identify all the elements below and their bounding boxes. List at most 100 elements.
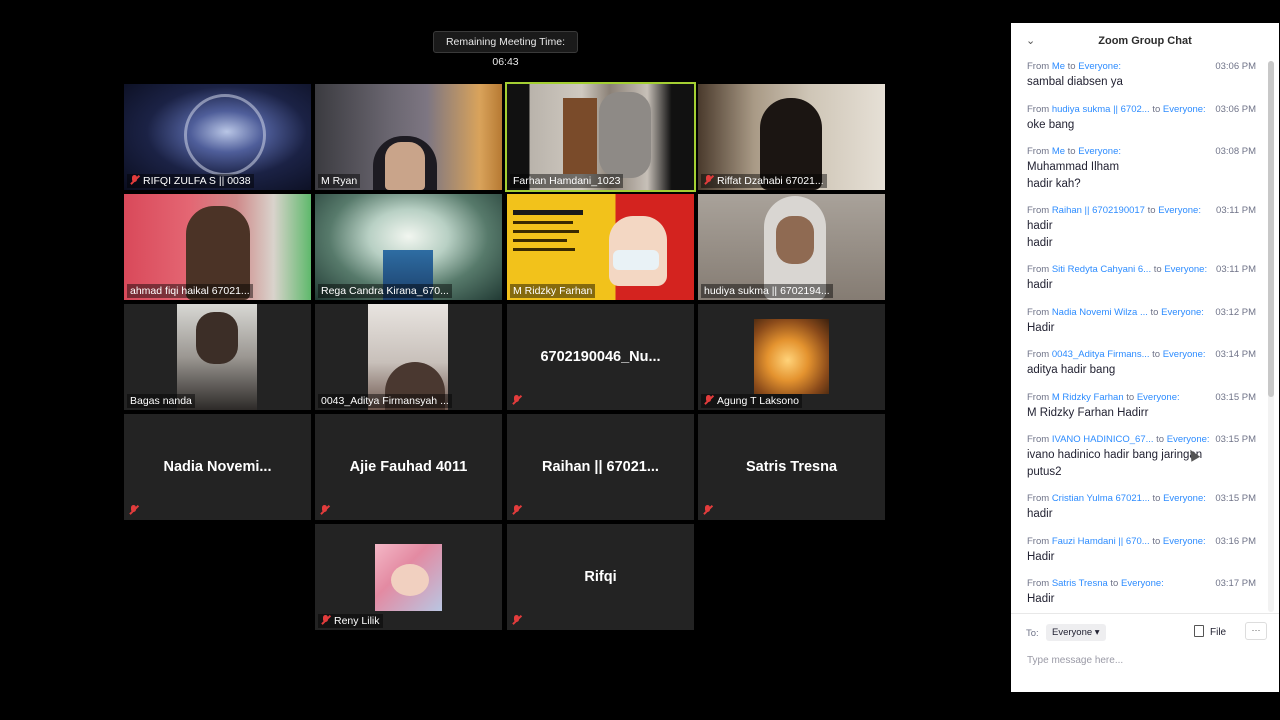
chat-message: From Satris Tresna to Everyone: 03:17 PM H… xyxy=(1011,578,1267,608)
muted-mic-icon xyxy=(320,505,329,515)
from-label: From xyxy=(1027,264,1050,275)
sender-name[interactable]: Satris Tresna xyxy=(1052,578,1108,589)
person-face xyxy=(776,216,814,264)
chat-message-text: Hadir xyxy=(1027,321,1055,334)
participant-tile[interactable]: hudiya sukma || 6702194... xyxy=(698,194,885,300)
chat-message-text: Hadir xyxy=(1027,550,1055,563)
sender-name[interactable]: Nadia Novemi Wilza ... xyxy=(1052,307,1148,318)
sender-name[interactable]: hudiya sukma || 6702... xyxy=(1052,104,1150,115)
chat-message-meta: From Nadia Novemi Wilza ... to Everyone:… xyxy=(1027,307,1256,320)
recipient-name: Everyone: xyxy=(1078,61,1122,72)
to-label: to xyxy=(1067,61,1076,72)
muted-mic-icon xyxy=(703,505,712,515)
sender-name[interactable]: Fauzi Hamdani || 670... xyxy=(1052,536,1150,547)
participant-tile[interactable]: Reny Lilik xyxy=(315,524,502,630)
participant-name-label: Farhan Hamdani_1023 xyxy=(510,174,624,188)
muted-mic-icon xyxy=(321,615,330,625)
from-label: From xyxy=(1027,146,1050,157)
message-time: 03:06 PM xyxy=(1215,61,1256,72)
sender-name[interactable]: Siti Redyta Cahyani 6... xyxy=(1052,264,1151,275)
chat-message-meta: From Me to Everyone: 03:08 PM xyxy=(1027,146,1256,159)
participant-tile[interactable]: Ajie Fauhad 4011 xyxy=(315,414,502,520)
participant-name-display: Raihan || 67021... xyxy=(542,459,659,475)
participant-tile[interactable]: Nadia Novemi... xyxy=(124,414,311,520)
chat-footer: To: Everyone ▾ File ··· xyxy=(1011,613,1279,693)
muted-mic-icon xyxy=(512,395,521,405)
to-label: to xyxy=(1147,205,1156,216)
door-graphic xyxy=(563,98,597,174)
to-label: to xyxy=(1150,306,1159,318)
file-button[interactable]: File xyxy=(1194,625,1226,638)
recipient-name: Everyone: xyxy=(1164,264,1208,275)
chat-message-meta: From Me to Everyone: 03:06 PM xyxy=(1027,61,1256,74)
muted-mic-icon xyxy=(129,505,138,515)
chat-message-text: Muhammad Ilham xyxy=(1027,161,1120,173)
recipient-name: Everyone: xyxy=(1158,205,1201,216)
message-input[interactable] xyxy=(1025,650,1249,670)
more-icon[interactable]: ··· xyxy=(1245,622,1267,640)
recipient-select[interactable]: Everyone ▾ xyxy=(1046,624,1106,641)
person-silhouette xyxy=(599,92,651,178)
participant-tile[interactable]: 6702190046_Nu... xyxy=(507,304,694,410)
participant-tile[interactable]: Riffat Dzahabi 67021... xyxy=(698,84,885,190)
person-silhouette xyxy=(196,312,238,364)
message-time: 03:17 PM xyxy=(1215,578,1256,589)
from-label: From xyxy=(1027,205,1050,216)
participant-tile[interactable]: Raihan || 67021... xyxy=(507,414,694,520)
participant-tile[interactable]: Rifqi xyxy=(507,524,694,630)
chat-scrollbar[interactable] xyxy=(1268,61,1274,612)
chat-message: From M Ridzky Farhan to Everyone: 03:15 P… xyxy=(1011,392,1267,422)
sender-name[interactable]: Raihan || 6702190017 xyxy=(1052,205,1145,216)
chat-message-text: aditya hadir bang xyxy=(1027,364,1116,376)
participant-tile[interactable]: Satris Tresna xyxy=(698,414,885,520)
participant-name-label: Bagas nanda xyxy=(127,394,195,408)
sender-name[interactable]: Me xyxy=(1052,61,1065,72)
participant-tile[interactable]: M Ryan xyxy=(315,84,502,190)
muted-mic-icon xyxy=(130,175,139,185)
chat-scroll-thumb[interactable] xyxy=(1268,61,1274,397)
participant-tile[interactable]: RIFQI ZULFA S || 0038 xyxy=(124,84,311,190)
participant-tile[interactable]: ahmad fiqi haikal 67021... xyxy=(124,194,311,300)
chat-panel: ⌄ Zoom Group Chat From Me to Everyone: 03… xyxy=(1011,23,1279,692)
participant-name-label: 0043_Aditya Firmansyah ... xyxy=(318,394,452,408)
sender-name[interactable]: IVANO HADINICO_67... xyxy=(1052,434,1154,445)
helmet-graphic xyxy=(184,94,266,176)
chevron-down-icon: ▾ xyxy=(1094,627,1100,638)
participant-tile[interactable]: 0043_Aditya Firmansyah ... xyxy=(315,304,502,410)
sender-name[interactable]: 0043_Aditya Firmans... xyxy=(1052,349,1150,360)
chat-message-text: hadir xyxy=(1027,279,1053,291)
message-time: 03:11 PM xyxy=(1216,205,1256,216)
chat-message-meta: From 0043_Aditya Firmans... to Everyone:… xyxy=(1027,349,1256,362)
chat-message: From Me to Everyone: 03:08 PM Muhammad Ilh… xyxy=(1011,146,1267,192)
from-label: From xyxy=(1027,103,1050,115)
sender-name[interactable]: Me xyxy=(1052,146,1065,157)
chat-message-text: ivano hadinico hadir bang jaringan xyxy=(1027,449,1203,461)
muted-mic-icon xyxy=(512,615,521,625)
chat-message: From IVANO HADINICO_67... to Everyone: 03… xyxy=(1011,434,1267,480)
to-label: to xyxy=(1153,264,1162,275)
sender-name[interactable]: M Ridzky Farhan xyxy=(1052,392,1124,403)
recipient-name: Everyone: xyxy=(1136,391,1180,403)
participant-tile[interactable]: Rega Candra Kirana_670... xyxy=(315,194,502,300)
participant-tile[interactable]: M Ridzky Farhan xyxy=(507,194,694,300)
video-grid: RIFQI ZULFA S || 0038 M Ryan Farhan Hamd… xyxy=(0,0,1010,720)
chat-message-list[interactable]: From Me to Everyone: 03:06 PM sambal diabs… xyxy=(1011,61,1267,612)
chat-message-text: Hadir xyxy=(1027,593,1055,605)
recipient-name: Everyone: xyxy=(1163,493,1206,504)
message-time: 03:14 PM xyxy=(1215,349,1256,360)
chat-message-meta: From M Ridzky Farhan to Everyone: 03:15 P… xyxy=(1027,392,1256,405)
participant-tile-active-speaker[interactable]: Farhan Hamdani_1023 xyxy=(505,82,696,192)
chat-message: From Nadia Novemi Wilza ... to Everyone:… xyxy=(1011,307,1267,337)
message-time: 03:16 PM xyxy=(1215,535,1256,547)
sender-name[interactable]: Cristian Yulma 67021... xyxy=(1052,493,1150,504)
participant-name-label: Reny Lilik xyxy=(318,614,383,628)
participant-tile[interactable]: Bagas nanda xyxy=(124,304,311,410)
chat-message: From Raihan || 6702190017 to Everyone: 03… xyxy=(1011,205,1267,251)
to-label: to xyxy=(1152,103,1161,115)
to-label: to xyxy=(1156,434,1165,445)
participant-tile[interactable]: Agung T Laksono xyxy=(698,304,885,410)
person-face xyxy=(385,142,425,190)
from-label: From xyxy=(1027,434,1050,445)
file-icon xyxy=(1194,625,1204,637)
file-button-label: File xyxy=(1210,627,1227,638)
